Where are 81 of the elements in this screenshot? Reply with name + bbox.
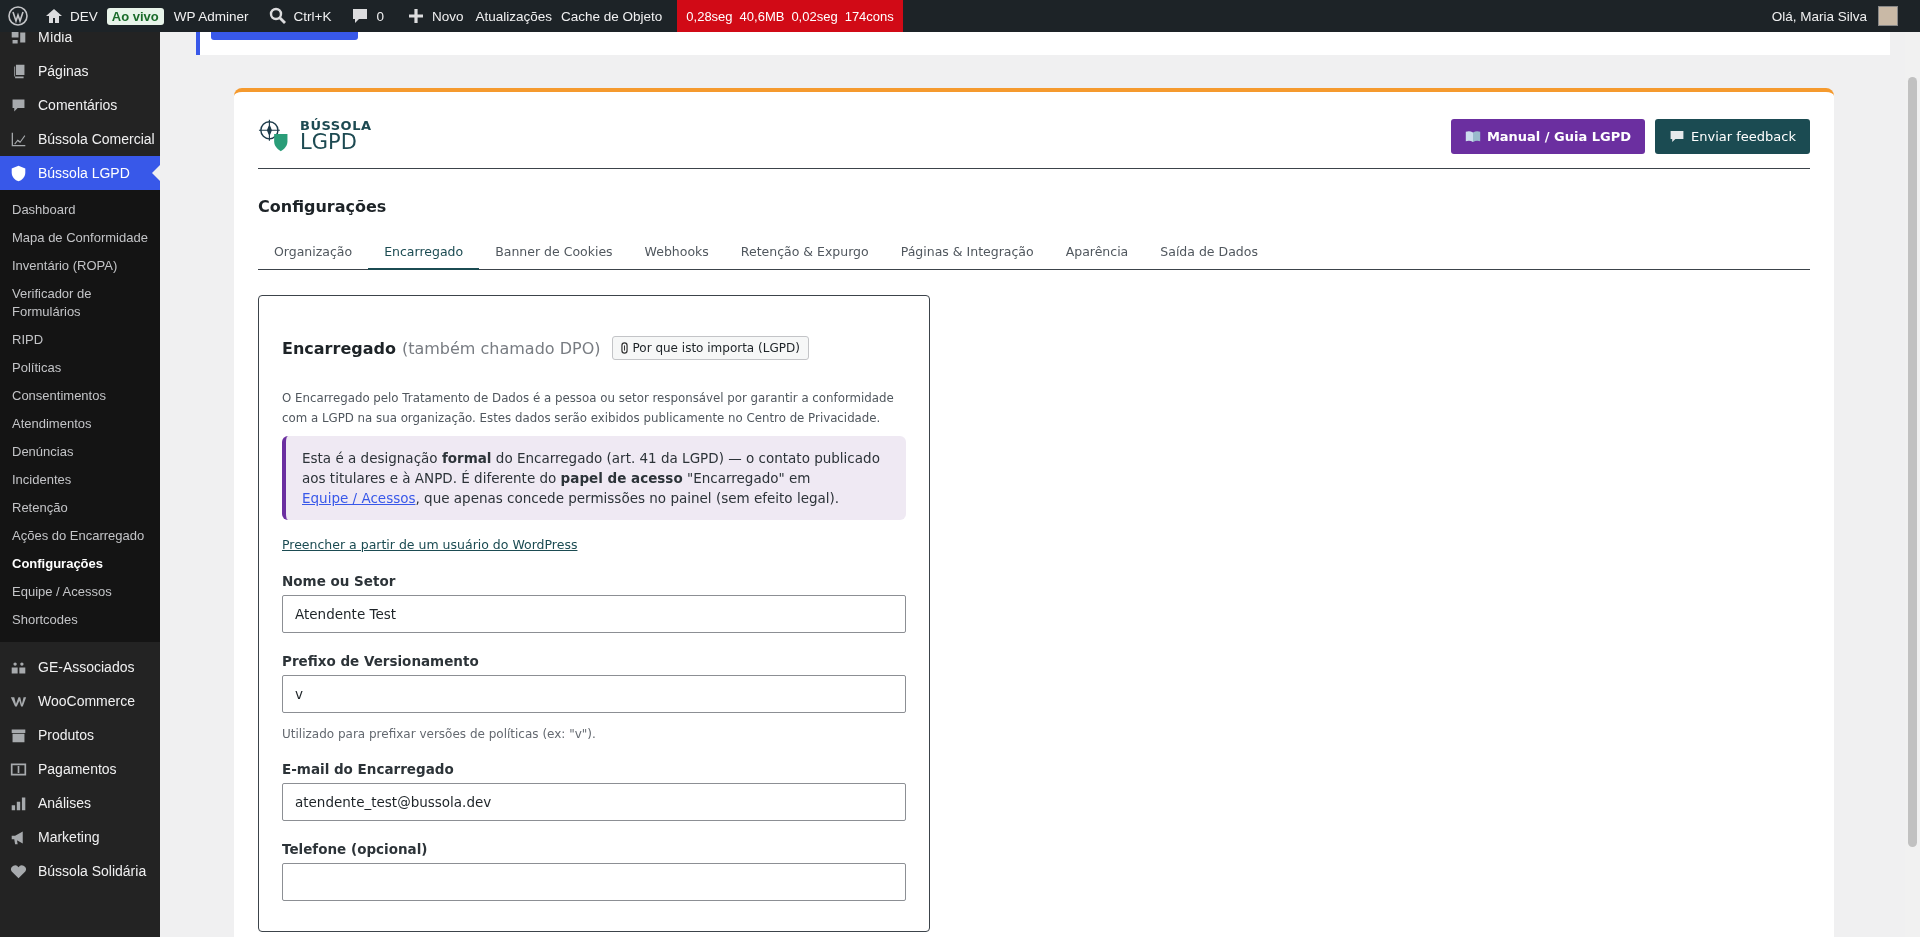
scrollbar-thumb[interactable] bbox=[1908, 77, 1917, 847]
submenu-item[interactable]: Atendimentos bbox=[0, 410, 160, 438]
description-text: O Encarregado pelo Tratamento de Dados é a pessoa ou setor responsável por garantir a conformidade com a LGPD na sua organização. Estes dados serão exibidos publicamente no Centro de Privacidade. bbox=[282, 390, 895, 427]
field-label: Prefixo de Versionamento bbox=[282, 653, 480, 669]
settings-tab[interactable]: Retenção & Expurgo bbox=[724, 236, 885, 270]
settings-tab[interactable]: Encarregado bbox=[368, 236, 480, 270]
search-icon[interactable] bbox=[267, 6, 288, 26]
logo-subtitle: LGPD bbox=[300, 132, 358, 153]
menu-item[interactable]: Marketing bbox=[0, 820, 160, 854]
submenu-item[interactable]: Incidentes bbox=[0, 466, 160, 494]
shortcut-label[interactable]: Ctrl+K bbox=[293, 8, 341, 24]
submenu-item[interactable]: Denúncias bbox=[0, 438, 160, 466]
site-name-link[interactable]: DEV bbox=[70, 8, 107, 24]
settings-tab[interactable]: Aparência bbox=[1049, 236, 1145, 270]
input-field[interactable]: v bbox=[282, 675, 906, 713]
new-link[interactable]: Novo bbox=[431, 8, 476, 24]
submenu-item[interactable]: Shortcodes bbox=[0, 606, 160, 634]
feedback-button[interactable]: Enviar feedback bbox=[1655, 118, 1810, 154]
live-badge: Ao vivo bbox=[106, 7, 164, 25]
settings-tab[interactable]: Banner de Cookies bbox=[479, 236, 629, 270]
submenu-item[interactable]: RIPD bbox=[0, 326, 160, 354]
wordpress-logo-icon[interactable] bbox=[8, 6, 28, 26]
perf-value: 0,28seg bbox=[686, 8, 733, 24]
input-field[interactable]: Atendente Test bbox=[282, 595, 906, 633]
home-icon[interactable] bbox=[44, 6, 64, 26]
settings-tab[interactable]: Webhooks bbox=[628, 236, 725, 270]
adminer-link[interactable]: WP Adminer bbox=[173, 8, 258, 24]
settings-tab[interactable]: Organização bbox=[258, 236, 369, 270]
speech-bubble-icon bbox=[1669, 129, 1686, 143]
field-hint: Utilizado para prefixar versões de políticas (ex: "v"). bbox=[282, 727, 597, 741]
updates-link[interactable]: Atualizações bbox=[475, 8, 561, 24]
submenu-item[interactable]: Configurações bbox=[0, 550, 160, 578]
fill-from-user-link[interactable]: Preencher a partir de um usuário do WordPress bbox=[282, 537, 578, 552]
heart-icon bbox=[10, 862, 27, 880]
submenu-item[interactable]: Equipe / Acessos bbox=[0, 578, 160, 606]
help-button[interactable]: Por que isto importa (LGPD) bbox=[612, 336, 809, 360]
submenu-item[interactable]: Mapa de Conformidade bbox=[0, 224, 160, 252]
logo-wordmark: BÚSSOLA bbox=[300, 119, 372, 132]
submenu-item[interactable]: Consentimentos bbox=[0, 382, 160, 410]
menu-item[interactable]: Produtos bbox=[0, 718, 160, 752]
settings-tab[interactable]: Saída de Dados bbox=[1144, 236, 1274, 270]
submenu-item[interactable]: Dashboard bbox=[0, 196, 160, 224]
field-label: Nome ou Setor bbox=[282, 573, 397, 589]
section-subtitle: (também chamado DPO) bbox=[401, 338, 601, 358]
menu-item[interactable]: Mídia bbox=[0, 32, 160, 54]
book-icon bbox=[1464, 129, 1481, 143]
team-access-link[interactable]: Equipe / Acessos bbox=[302, 490, 416, 506]
menu-item[interactable]: GE-Associados bbox=[0, 650, 160, 684]
field-label: E-mail do Encarregado bbox=[282, 761, 455, 777]
object-cache-link[interactable]: Cache de Objeto bbox=[561, 8, 672, 24]
submenu-item[interactable]: Retenção bbox=[0, 494, 160, 522]
menu-item[interactable]: WooCommerce bbox=[0, 684, 160, 718]
perf-value: 0,02seg bbox=[791, 8, 838, 24]
field-label: Telefone (opcional) bbox=[282, 841, 429, 857]
callout-text: Esta é a designação formal do Encarregado (art. 41 da LGPD) — o contato publicado aos titulares e à ANPD. É diferente do papel de acesso "Encarregado" em Equipe / Acessos, que apenas concede permissões no painel (sem efeito legal). bbox=[302, 449, 881, 508]
menu-item[interactable]: Páginas bbox=[0, 54, 160, 88]
menu-item[interactable]: Bússola Comercial bbox=[0, 122, 160, 156]
media-icon bbox=[10, 32, 27, 46]
menu-item[interactable]: Bússola LGPD bbox=[0, 156, 160, 190]
submenu-item[interactable]: Políticas bbox=[0, 354, 160, 382]
comment-count[interactable]: 0 bbox=[376, 8, 396, 24]
menu-item[interactable]: Comentários bbox=[0, 88, 160, 122]
input-field[interactable]: atendente_test@bussola.dev bbox=[282, 783, 906, 821]
menu-item[interactable]: Bússola Solidária bbox=[0, 854, 160, 888]
perf-value: 40,6MB bbox=[739, 8, 785, 24]
input-field[interactable] bbox=[282, 863, 906, 901]
menu-item[interactable]: Análises bbox=[0, 786, 160, 820]
menu-item[interactable]: Pagamentos bbox=[0, 752, 160, 786]
paperclip-icon bbox=[621, 342, 629, 354]
perf-value: 174cons bbox=[844, 8, 894, 24]
greeting-link[interactable]: Olá, Maria Silva bbox=[1771, 8, 1876, 24]
submenu-item[interactable]: Verificador de Formulários bbox=[0, 280, 160, 326]
chart-icon bbox=[10, 130, 27, 148]
performance-stats[interactable]: 0,28seg 40,6MB 0,02seg 174cons bbox=[677, 0, 903, 32]
submenu-item[interactable]: Ações do Encarregado bbox=[0, 522, 160, 550]
submenu-item[interactable]: Inventário (ROPA) bbox=[0, 252, 160, 280]
page-title: Configurações bbox=[258, 197, 388, 216]
manual-button[interactable]: Manual / Guia LGPD bbox=[1450, 118, 1646, 154]
section-title: Encarregado bbox=[282, 338, 396, 358]
shield-icon bbox=[10, 164, 27, 182]
settings-tab[interactable]: Páginas & Integração bbox=[884, 236, 1050, 270]
